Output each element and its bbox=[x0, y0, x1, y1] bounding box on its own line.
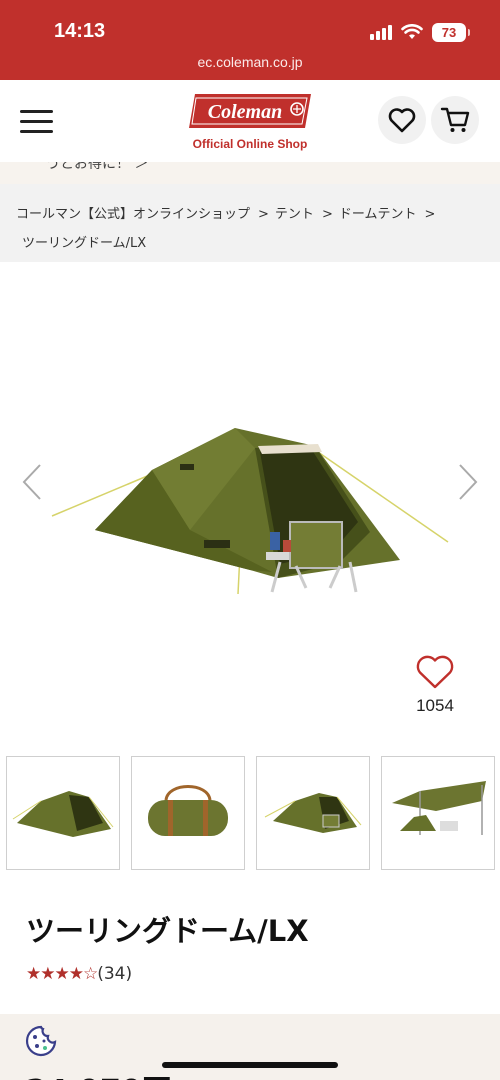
browser-top-bar: 14:13 73 ec.coleman.co.jp bbox=[0, 0, 500, 80]
heart-icon bbox=[388, 108, 416, 133]
wifi-icon bbox=[401, 24, 423, 39]
chevron-right-icon: > bbox=[258, 207, 269, 222]
rating-stars: ★★★★☆ bbox=[26, 964, 98, 984]
breadcrumb: コールマン【公式】オンラインショップ > テント > ドームテント > ツーリングドーム/… bbox=[0, 184, 500, 262]
product-price: 24,970円 bbox=[26, 1066, 172, 1080]
breadcrumb-item-home[interactable]: コールマン【公式】オンラインショップ bbox=[16, 207, 250, 222]
product-title: ツーリングドーム/LX bbox=[26, 914, 309, 948]
thumbnail-strip bbox=[6, 756, 496, 872]
wishlist-button[interactable] bbox=[378, 96, 426, 144]
chevron-right-icon: > bbox=[321, 207, 333, 222]
cart-button[interactable] bbox=[431, 96, 479, 144]
status-icons: 73 bbox=[370, 20, 470, 44]
hamburger-icon[interactable] bbox=[20, 110, 53, 134]
favorite-count: 1054 bbox=[416, 696, 454, 715]
coleman-logo-mark: Coleman bbox=[189, 94, 311, 128]
tent-thumbnail-image bbox=[12, 791, 114, 837]
carry-bag-thumbnail-image bbox=[148, 785, 228, 836]
breadcrumb-item-current: ツーリングドーム/LX bbox=[22, 236, 147, 251]
breadcrumb-item-tent[interactable]: テント bbox=[275, 207, 314, 222]
heart-icon bbox=[416, 655, 454, 689]
home-indicator[interactable] bbox=[162, 1062, 338, 1068]
thumbnail-tent-front[interactable] bbox=[6, 756, 120, 870]
promo-banner-partial[interactable]: うとお得に！ ＞ bbox=[0, 162, 500, 184]
tent-tarp-thumbnail-image bbox=[392, 781, 486, 835]
status-time: 14:13 bbox=[54, 20, 106, 42]
address-bar-url[interactable]: ec.coleman.co.jp bbox=[0, 54, 500, 70]
thumbnail-carry-bag[interactable] bbox=[131, 756, 245, 870]
logo-subtitle: Official Online Shop bbox=[192, 137, 308, 151]
product-main-image bbox=[51, 428, 449, 595]
coleman-logo[interactable]: Coleman Official Online Shop bbox=[182, 92, 318, 151]
signal-icon bbox=[370, 24, 392, 40]
cookie-icon[interactable] bbox=[24, 1024, 58, 1058]
product-rating[interactable]: ★★★★☆(34) bbox=[26, 964, 132, 984]
site-header: Coleman Official Online Shop bbox=[0, 80, 500, 162]
promo-banner-text: うとお得に！ ＞ bbox=[46, 162, 149, 172]
cart-icon bbox=[440, 107, 470, 132]
chevron-right-icon: > bbox=[424, 207, 436, 222]
battery-indicator: 73 bbox=[432, 22, 470, 42]
thumbnail-tent-chairs[interactable] bbox=[256, 756, 370, 870]
favorite-toggle[interactable]: 1054 bbox=[410, 654, 460, 716]
product-gallery[interactable]: 1054 bbox=[0, 262, 500, 748]
review-count: (34) bbox=[97, 964, 133, 984]
tent-chairs-thumbnail-image bbox=[264, 793, 362, 833]
svg-text:Coleman: Coleman bbox=[208, 101, 282, 123]
thumbnail-tent-tarp[interactable] bbox=[381, 756, 495, 870]
breadcrumb-item-dome-tent[interactable]: ドームテント bbox=[339, 207, 417, 222]
